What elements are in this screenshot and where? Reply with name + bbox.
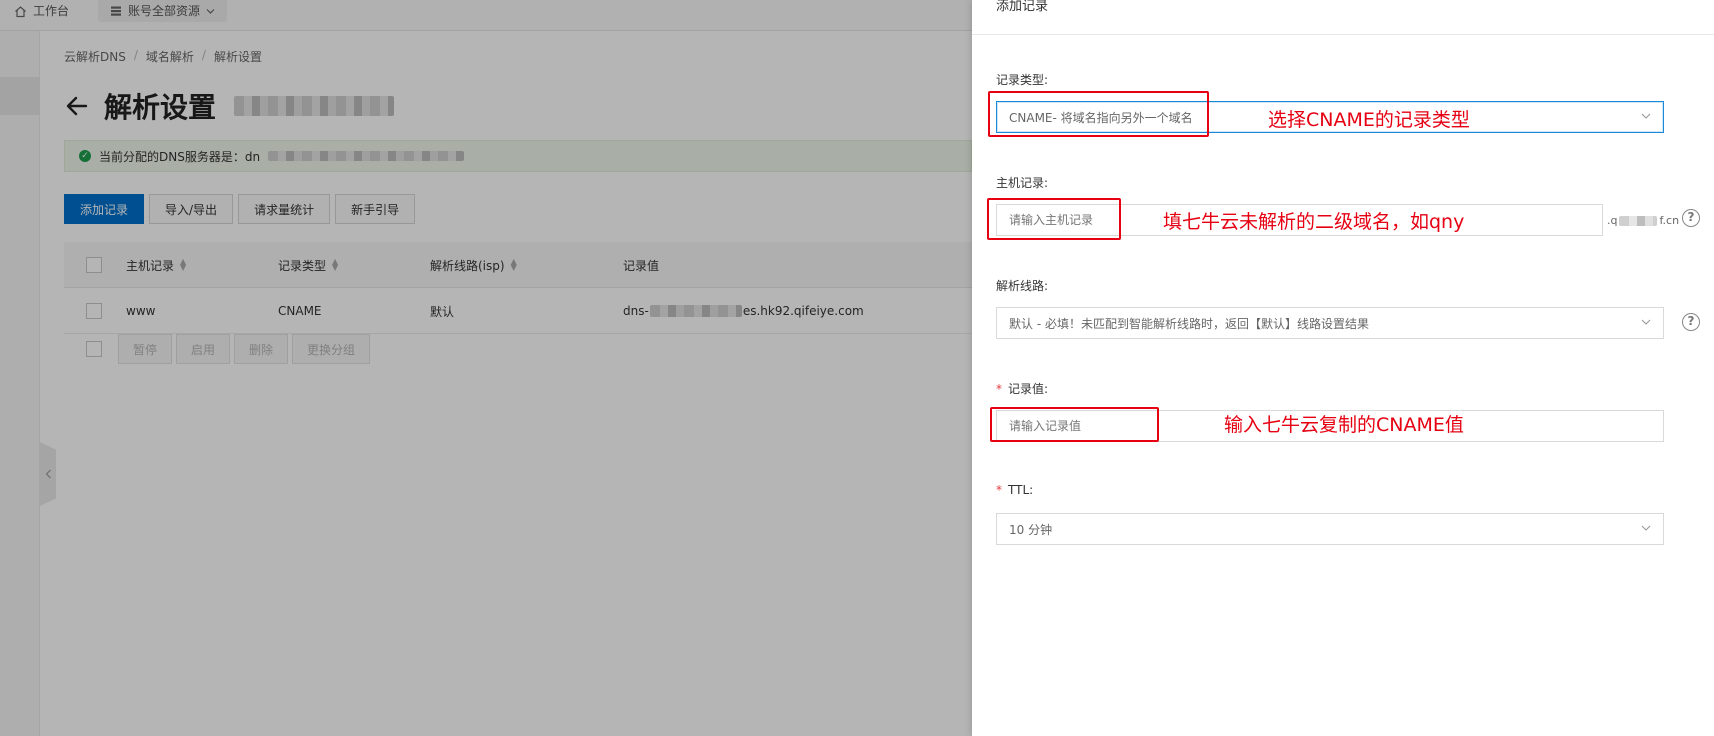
select-all-checkbox[interactable] [86, 257, 102, 273]
sort-icon: ▲ ▼ [180, 257, 187, 272]
enable-button[interactable]: 启用 [176, 334, 231, 364]
annotation-box-host [987, 198, 1121, 240]
workspace-label: 工作台 [33, 4, 70, 18]
annotation-box-value [990, 407, 1159, 442]
redacted-value [649, 305, 742, 317]
annotation-record-type: 选择CNAME的记录类型 [1268, 109, 1470, 131]
cell-host: www [126, 304, 156, 318]
host-help-icon[interactable]: ? [1682, 209, 1700, 227]
redacted-domain [234, 96, 395, 116]
column-header-host[interactable]: 主机记录 ▲ ▼ [126, 242, 186, 288]
domain-suffix: .q f.cn [1607, 214, 1680, 227]
resolve-line-select[interactable]: 默认 - 必填！未匹配到智能解析线路时，返回【默认】线路设置结果 [996, 307, 1664, 339]
annotation-box-record-type [988, 91, 1209, 137]
home-icon [15, 5, 26, 17]
annotation-host: 填七牛云未解析的二级域名，如qny [1163, 211, 1465, 233]
records-table: 主机记录 ▲ ▼ 记录类型 ▲ ▼ 解析线路(isp) ▲ ▼ 记录值 www CNAME … [64, 242, 972, 334]
side-rail [0, 31, 40, 736]
column-header-value: 记录值 [623, 258, 660, 273]
import-export-button[interactable]: 导入/导出 [149, 194, 234, 224]
host-record-label: 主机记录: [996, 176, 1049, 190]
breadcrumb-item-domain[interactable]: 域名解析 [146, 48, 194, 65]
ttl-select[interactable]: 10 分钟 [996, 513, 1664, 545]
check-circle-icon: ✓ [79, 150, 91, 162]
ttl-value: 10 分钟 [1009, 522, 1053, 537]
chevron-down-icon [1641, 525, 1651, 531]
chevron-down-icon [1641, 113, 1651, 119]
required-mark: * [996, 483, 1002, 497]
chevron-down-icon [1641, 319, 1651, 325]
table-header-row: 主机记录 ▲ ▼ 记录类型 ▲ ▼ 解析线路(isp) ▲ ▼ 记录值 [64, 242, 972, 288]
add-record-drawer: 添加记录 记录类型: CNAME- 将域名指向另外一个域名 主机记录: .qf.… [972, 0, 1714, 736]
line-help-icon[interactable]: ? [1682, 313, 1700, 331]
column-header-line[interactable]: 解析线路(isp) ▲ ▼ [430, 242, 517, 288]
layers-icon [111, 6, 121, 16]
row-checkbox-cell [86, 288, 102, 334]
pause-button[interactable]: 暂停 [118, 334, 173, 364]
breadcrumb: 云解析DNS / 域名解析 / 解析设置 [64, 48, 262, 65]
cell-type: CNAME [278, 304, 322, 318]
request-stats-button[interactable]: 请求量统计 [238, 194, 331, 224]
change-group-button[interactable]: 更换分组 [292, 334, 371, 364]
guide-button[interactable]: 新手引导 [335, 194, 416, 224]
back-arrow-icon[interactable] [64, 93, 90, 119]
sort-icon: ▲ ▼ [332, 257, 339, 272]
resources-dropdown[interactable]: 账号全部资源 [98, 0, 228, 22]
table-row: www CNAME 默认 dns-es.hk92.qifeiye.com [64, 288, 972, 334]
resolve-line-value: 默认 - 必填！未匹配到智能解析线路时，返回【默认】线路设置结果 [1009, 316, 1369, 331]
required-mark: * [996, 382, 1002, 396]
dns-console-page: 工作台 账号全部资源 云解析DNS / 域名解析 / 解析设置 解析设置 ✓ 当… [0, 0, 972, 736]
notice-text: 当前分配的DNS服务器是：dn [99, 149, 261, 164]
action-toolbar: 添加记录 导入/导出 请求量统计 新手引导 [64, 194, 416, 224]
sort-icon: ▲ ▼ [510, 257, 517, 272]
collapse-toggle[interactable] [40, 442, 56, 506]
annotation-value: 输入七牛云复制的CNAME值 [1224, 414, 1464, 436]
dns-server-notice: ✓ 当前分配的DNS服务器是：dn [64, 140, 972, 172]
bulk-action-bar: 暂停 启用 删除 更换分组 [64, 334, 371, 364]
redacted-suffix [1619, 215, 1658, 226]
breadcrumb-separator: / [201, 48, 206, 62]
workspace-link[interactable]: 工作台 [14, 0, 69, 22]
bulk-select-checkbox[interactable] [86, 341, 102, 357]
record-value-label: * 记录值: [996, 382, 1049, 396]
cell-line: 默认 [430, 304, 455, 319]
add-record-button[interactable]: 添加记录 [64, 194, 145, 224]
drawer-divider [972, 34, 1714, 35]
record-type-label: 记录类型: [996, 73, 1049, 87]
redacted-dns-server [268, 151, 465, 161]
ttl-label: * TTL: [996, 483, 1034, 497]
page-header: 解析设置 [64, 86, 395, 126]
select-all-checkbox-cell [86, 242, 102, 288]
cell-value: dns-es.hk92.qifeiye.com [623, 304, 864, 318]
delete-button[interactable]: 删除 [234, 334, 289, 364]
drawer-title: 添加记录 [996, 0, 1049, 14]
row-checkbox[interactable] [86, 303, 102, 319]
side-rail-active-item[interactable] [0, 77, 40, 115]
resolve-line-label: 解析线路: [996, 279, 1049, 293]
chevron-down-icon [206, 8, 215, 14]
resources-label: 账号全部资源 [128, 4, 201, 18]
breadcrumb-separator: / [133, 48, 138, 62]
chevron-left-icon [45, 469, 51, 479]
column-header-type[interactable]: 记录类型 ▲ ▼ [278, 242, 338, 288]
breadcrumb-item-dns[interactable]: 云解析DNS [64, 48, 126, 65]
breadcrumb-item-settings: 解析设置 [213, 50, 262, 64]
top-bar: 工作台 账号全部资源 [0, 0, 972, 31]
page-title: 解析设置 [104, 91, 217, 124]
